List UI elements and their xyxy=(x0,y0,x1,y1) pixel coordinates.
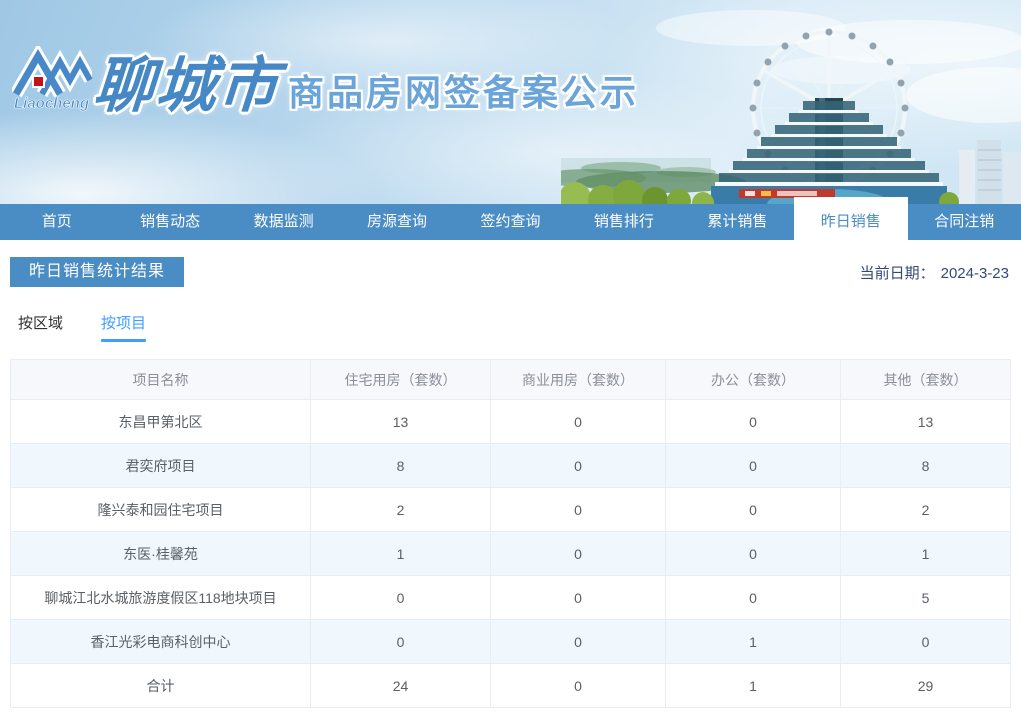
office-cell: 0 xyxy=(666,576,841,620)
sub-tabs: 按区域 按项目 xyxy=(10,312,1011,342)
residential-cell: 2 xyxy=(311,488,491,532)
site-subtitle: 商品房网签备案公示 xyxy=(288,70,639,116)
residential-cell: 0 xyxy=(311,576,491,620)
page: Liaocheng 聊城市 商品房网签备案公示 首页 销售动态 数据监测 房源查… xyxy=(0,0,1021,718)
table-row: 君奕府项目 8 0 0 8 xyxy=(11,444,1011,488)
other-total-cell: 29 xyxy=(841,664,1011,708)
project-name-cell: 东昌甲第北区 xyxy=(11,400,311,444)
office-cell: 0 xyxy=(666,532,841,576)
main-nav: 首页 销售动态 数据监测 房源查询 签约查询 销售排行 累计销售 昨日销售 合同… xyxy=(0,204,1021,240)
title-row: 昨日销售统计结果 当前日期： 2024-3-23 xyxy=(10,257,1011,287)
office-cell: 0 xyxy=(666,444,841,488)
table-row: 香江光彩电商科创中心 0 0 1 0 xyxy=(11,620,1011,664)
logo-text: Liaocheng xyxy=(14,95,89,112)
table-header-row: 项目名称 住宅用房（套数） 商业用房（套数） 办公（套数） 其他（套数） xyxy=(11,360,1011,400)
header-office: 办公（套数） xyxy=(666,360,841,400)
residential-cell: 8 xyxy=(311,444,491,488)
nav-item-yesterday-sales[interactable]: 昨日销售 xyxy=(794,204,907,240)
header-other: 其他（套数） xyxy=(841,360,1011,400)
table-row: 东昌甲第北区 13 0 0 13 xyxy=(11,400,1011,444)
other-cell: 8 xyxy=(841,444,1011,488)
project-name-cell: 东医·桂馨苑 xyxy=(11,532,311,576)
right-buildings-illustration xyxy=(959,140,1021,204)
total-label-cell: 合计 xyxy=(11,664,311,708)
nav-item-sales-trends[interactable]: 销售动态 xyxy=(113,204,226,240)
nav-item-data-monitor[interactable]: 数据监测 xyxy=(227,204,340,240)
commercial-cell: 0 xyxy=(491,444,666,488)
nav-item-contract-query[interactable]: 签约查询 xyxy=(454,204,567,240)
residential-cell: 13 xyxy=(311,400,491,444)
site-title: 聊城市 商品房网签备案公示 xyxy=(94,48,639,124)
other-cell: 2 xyxy=(841,488,1011,532)
header-project-name: 项目名称 xyxy=(11,360,311,400)
site-name: 聊城市 xyxy=(91,48,282,124)
commercial-cell: 0 xyxy=(491,400,666,444)
table-row: 东医·桂馨苑 1 0 0 1 xyxy=(11,532,1011,576)
commercial-cell: 0 xyxy=(491,576,666,620)
other-cell: 13 xyxy=(841,400,1011,444)
office-total-cell: 1 xyxy=(666,664,841,708)
project-name-cell: 聊城江北水城旅游度假区118地块项目 xyxy=(11,576,311,620)
nav-item-contract-cancel[interactable]: 合同注销 xyxy=(908,204,1021,240)
table-total-row: 合计 24 0 1 29 xyxy=(11,664,1011,708)
logo-mark-icon xyxy=(16,56,90,94)
current-date: 当前日期： 2024-3-23 xyxy=(860,262,1009,283)
other-cell: 0 xyxy=(841,620,1011,664)
header-residential: 住宅用房（套数） xyxy=(311,360,491,400)
nav-item-sales-ranking[interactable]: 销售排行 xyxy=(567,204,680,240)
banner: Liaocheng 聊城市 商品房网签备案公示 xyxy=(0,0,1021,204)
residential-cell: 1 xyxy=(311,532,491,576)
site-logo: Liaocheng xyxy=(12,46,92,112)
office-cell: 1 xyxy=(666,620,841,664)
nav-item-listing-query[interactable]: 房源查询 xyxy=(340,204,453,240)
office-cell: 0 xyxy=(666,400,841,444)
table-row: 聊城江北水城旅游度假区118地块项目 0 0 0 5 xyxy=(11,576,1011,620)
building-illustration xyxy=(711,98,947,204)
tab-by-region[interactable]: 按区域 xyxy=(18,312,63,342)
residential-total-cell: 24 xyxy=(311,664,491,708)
project-name-cell: 隆兴泰和园住宅项目 xyxy=(11,488,311,532)
table-row: 隆兴泰和园住宅项目 2 0 0 2 xyxy=(11,488,1011,532)
project-name-cell: 君奕府项目 xyxy=(11,444,311,488)
nav-item-home[interactable]: 首页 xyxy=(0,204,113,240)
nav-item-cumulative-sales[interactable]: 累计销售 xyxy=(681,204,794,240)
other-cell: 5 xyxy=(841,576,1011,620)
residential-cell: 0 xyxy=(311,620,491,664)
page-title: 昨日销售统计结果 xyxy=(10,257,184,287)
commercial-cell: 0 xyxy=(491,532,666,576)
content: 昨日销售统计结果 当前日期： 2024-3-23 按区域 按项目 项目名称 住宅用… xyxy=(0,257,1021,708)
commercial-cell: 0 xyxy=(491,488,666,532)
current-date-value: 2024-3-23 xyxy=(941,265,1009,282)
header-commercial: 商业用房（套数） xyxy=(491,360,666,400)
tab-by-project[interactable]: 按项目 xyxy=(101,312,146,342)
office-cell: 0 xyxy=(666,488,841,532)
commercial-total-cell: 0 xyxy=(491,664,666,708)
other-cell: 1 xyxy=(841,532,1011,576)
sales-table: 项目名称 住宅用房（套数） 商业用房（套数） 办公（套数） 其他（套数） 东昌甲… xyxy=(10,359,1011,708)
current-date-label: 当前日期： xyxy=(860,265,935,282)
project-name-cell: 香江光彩电商科创中心 xyxy=(11,620,311,664)
commercial-cell: 0 xyxy=(491,620,666,664)
